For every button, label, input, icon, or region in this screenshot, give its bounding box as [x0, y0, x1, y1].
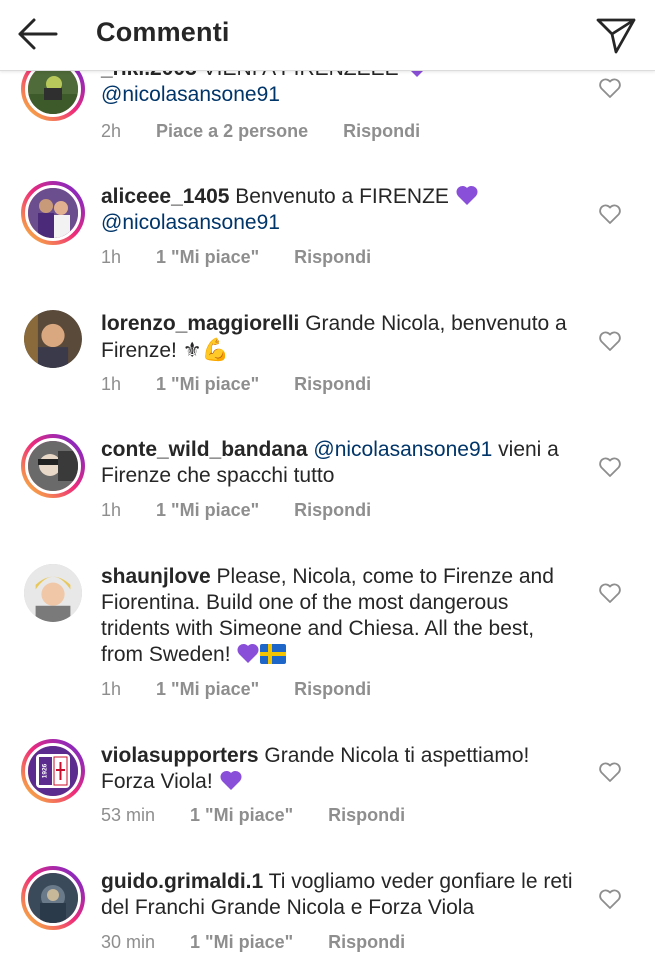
- comment-time: 30 min: [101, 932, 156, 952]
- comment-mention[interactable]: @nicolasansone91: [101, 83, 280, 106]
- comment-time: 53 min: [101, 805, 156, 825]
- comment-likes[interactable]: 1 "Mi piace": [156, 374, 259, 395]
- comment-mention[interactable]: @nicolasansone91: [308, 438, 492, 461]
- comment-meta: 2h Piace a 2 persone Rispondi: [101, 121, 420, 142]
- avatar[interactable]: 1926: [21, 739, 85, 803]
- comment-meta: 1h 1 "Mi piace" Rispondi: [101, 374, 371, 395]
- comment-likes[interactable]: 1 "Mi piace": [156, 679, 259, 700]
- comment-username[interactable]: lorenzo_maggiorelli: [101, 312, 299, 335]
- paper-plane-icon[interactable]: [594, 12, 638, 56]
- comment-time: 1h: [101, 374, 122, 394]
- avatar[interactable]: [21, 181, 85, 245]
- comment-text: shaunjlove Please, Nicola, come to Firen…: [101, 564, 581, 668]
- comment-username[interactable]: guido.grimaldi.1: [101, 870, 263, 893]
- reply-button[interactable]: Rispondi: [343, 121, 420, 142]
- like-heart-icon[interactable]: [598, 330, 622, 352]
- comment-meta: 1h 1 "Mi piace" Rispondi: [101, 679, 371, 700]
- comment-text: aliceee_1405 Benvenuto a FIRENZE @nicola…: [101, 184, 581, 236]
- avatar[interactable]: [24, 310, 82, 368]
- arrow-left-icon[interactable]: [14, 14, 60, 54]
- like-heart-icon[interactable]: [598, 203, 622, 225]
- reply-button[interactable]: Rispondi: [328, 932, 405, 953]
- purple-heart-icon: [219, 770, 242, 790]
- comment-likes[interactable]: 1 "Mi piace": [190, 932, 293, 953]
- comment-text: lorenzo_maggiorelli Grande Nicola, benve…: [101, 311, 581, 364]
- comment-time: 1h: [101, 679, 122, 699]
- comment-body: Benvenuto a FIRENZE: [229, 185, 455, 208]
- comment-likes[interactable]: 1 "Mi piace": [156, 500, 259, 521]
- comment-mention[interactable]: @nicolasansone91: [101, 211, 280, 234]
- comment-likes[interactable]: 1 "Mi piace": [190, 805, 293, 826]
- reply-button[interactable]: Rispondi: [328, 805, 405, 826]
- comment-time: 1h: [101, 500, 122, 520]
- comment-time: 2h: [101, 121, 122, 141]
- like-heart-icon[interactable]: [598, 888, 622, 910]
- reply-button[interactable]: Rispondi: [294, 500, 371, 521]
- purple-heart-icon: [456, 185, 478, 205]
- like-heart-icon[interactable]: [598, 761, 622, 783]
- flexed-biceps-icon: 💪: [201, 337, 229, 362]
- comment-meta: 30 min 1 "Mi piace" Rispondi: [101, 932, 405, 953]
- purple-heart-icon: [237, 643, 259, 663]
- comment-meta: 53 min 1 "Mi piace" Rispondi: [101, 805, 405, 826]
- comments-list: _riki.2003 VIENI A FIRENZEEE @nicolasans…: [0, 0, 655, 960]
- reply-button[interactable]: Rispondi: [294, 679, 371, 700]
- comment-likes[interactable]: 1 "Mi piace": [156, 247, 259, 268]
- like-heart-icon[interactable]: [598, 456, 622, 478]
- reply-button[interactable]: Rispondi: [294, 374, 371, 395]
- comment-text: guido.grimaldi.1 Ti vogliamo veder gonfi…: [101, 869, 581, 921]
- comment-username[interactable]: conte_wild_bandana: [101, 438, 308, 461]
- sweden-flag-icon: [260, 644, 287, 664]
- comment-username[interactable]: aliceee_1405: [101, 185, 229, 208]
- header-bar: Commenti: [0, 0, 655, 71]
- like-heart-icon[interactable]: [598, 77, 622, 99]
- like-heart-icon[interactable]: [598, 582, 622, 604]
- comment-text: conte_wild_bandana @nicolasansone91 vien…: [101, 437, 581, 489]
- avatar[interactable]: [21, 866, 85, 930]
- comment-text: violasupporters Grande Nicola ti aspetti…: [101, 743, 581, 795]
- comment-username[interactable]: shaunjlove: [101, 565, 211, 588]
- comment-likes[interactable]: Piace a 2 persone: [156, 121, 308, 142]
- comment-meta: 1h 1 "Mi piace" Rispondi: [101, 247, 371, 268]
- avatar[interactable]: [24, 564, 82, 622]
- page-title: Commenti: [96, 17, 230, 47]
- comment-meta: 1h 1 "Mi piace" Rispondi: [101, 500, 371, 521]
- reply-button[interactable]: Rispondi: [294, 247, 371, 268]
- avatar[interactable]: [21, 434, 85, 498]
- comment-username[interactable]: violasupporters: [101, 744, 259, 767]
- comment-time: 1h: [101, 247, 122, 267]
- avatar-year: 1926: [42, 763, 49, 778]
